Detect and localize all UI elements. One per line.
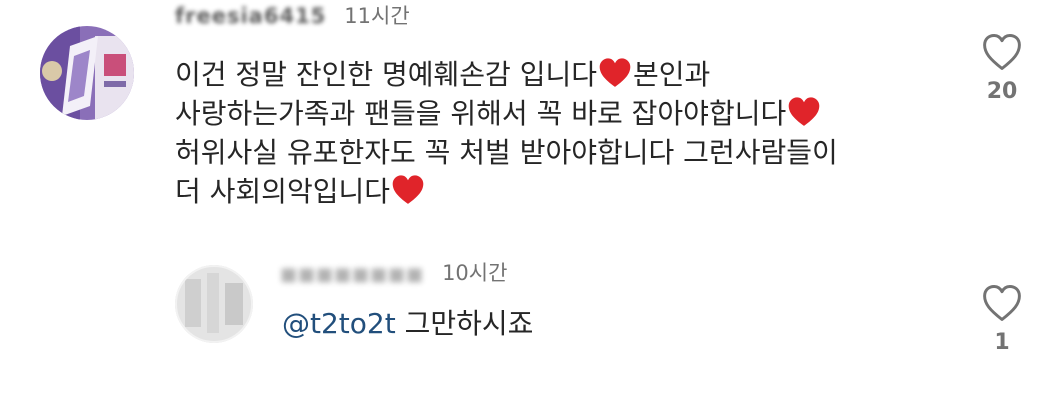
reply-like: 1 <box>972 283 1032 355</box>
commenter-avatar[interactable] <box>40 26 134 120</box>
comment-like: 20 <box>972 32 1032 104</box>
comment-line: 사랑하는가족과 팬들을 위해서 꼭 바로 잡아야합니다 <box>175 94 975 133</box>
comment-line: 더 사회의악입니다 <box>175 172 975 211</box>
reply-body: @t2to2t 그만하시죠 <box>282 304 533 344</box>
heart-outline-icon[interactable] <box>981 283 1023 323</box>
comment-line: 이건 정말 잔인한 명예훼손감 입니다 본인과 <box>175 55 975 94</box>
reply-text: 그만하시죠 <box>395 307 534 340</box>
reply-avatar[interactable] <box>175 265 253 343</box>
avatar-image <box>175 265 253 343</box>
reply-time: 10시간 <box>442 261 508 285</box>
comment-text: 사랑하는가족과 팬들을 위해서 꼭 바로 잡아야합니다 <box>175 97 787 130</box>
reply-mention[interactable]: @t2to2t <box>282 307 396 340</box>
comment-text: 이건 정말 잔인한 명예훼손감 입니다 <box>175 58 598 91</box>
comment-text: 더 사회의악입니다 <box>175 175 390 208</box>
heart-outline-icon[interactable] <box>981 32 1023 72</box>
avatar-image <box>40 26 134 120</box>
comment-text: 본인과 <box>633 58 711 91</box>
comment-body: 이건 정말 잔인한 명예훼손감 입니다 본인과사랑하는가족과 팬들을 위해서 꼭 … <box>175 55 975 211</box>
comment-thread: freesia6415 11시간 이건 정말 잔인한 명예훼손감 입니다 본인과사… <box>0 0 1062 410</box>
red-heart-emoji-icon <box>599 58 631 87</box>
comment-meta: freesia6415 11시간 <box>175 0 410 30</box>
red-heart-emoji-icon <box>788 97 820 126</box>
reply-username[interactable]: ■■■■■■■■ <box>280 264 424 285</box>
red-heart-emoji-icon <box>392 175 424 204</box>
comment-time: 11시간 <box>344 4 410 28</box>
commenter-username[interactable]: freesia6415 <box>175 4 326 28</box>
like-count: 1 <box>994 330 1010 355</box>
comment-line: 허위사실 유포한자도 꼭 처벌 받아야합니다 그런사람들이 <box>175 133 975 172</box>
reply-meta: ■■■■■■■■ 10시간 <box>280 257 507 287</box>
like-count: 20 <box>986 79 1018 104</box>
comment-text: 허위사실 유포한자도 꼭 처벌 받아야합니다 그런사람들이 <box>175 136 838 169</box>
